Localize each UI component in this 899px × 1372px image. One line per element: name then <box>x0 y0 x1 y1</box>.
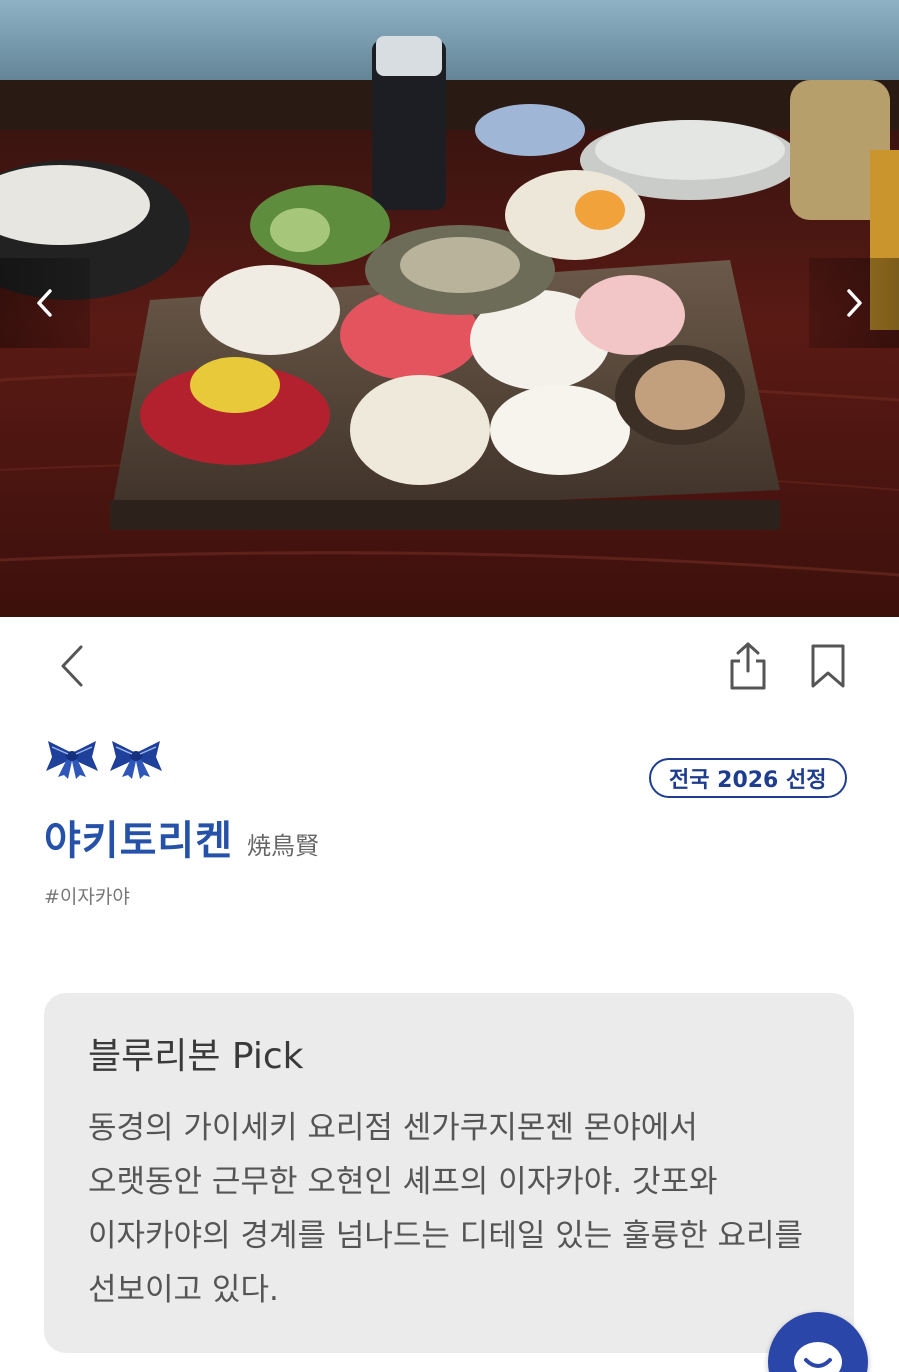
action-bar <box>0 630 899 702</box>
selection-badge: 전국 2026 선정 <box>649 758 847 798</box>
blue-ribbon-icon <box>46 741 98 779</box>
chevron-left-icon <box>37 289 52 317</box>
blue-ribbon-icon <box>110 741 162 779</box>
chat-icon <box>794 1342 842 1372</box>
back-button[interactable] <box>44 630 100 702</box>
hero-next-button[interactable] <box>809 258 899 348</box>
blue-ribbon-rating <box>44 735 164 779</box>
blueribbon-pick-card: 블루리본 Pick 동경의 가이세키 요리점 센가쿠지몬젠 몬야에서 오랫동안 … <box>44 993 854 1353</box>
restaurant-name: 야키토리켄 <box>44 818 233 864</box>
restaurant-title: 야키토리켄 焼鳥賢 <box>44 808 319 866</box>
share-icon <box>730 642 766 690</box>
chevron-right-icon <box>847 289 862 317</box>
share-button[interactable] <box>716 630 780 702</box>
restaurant-original-name: 焼鳥賢 <box>247 832 319 860</box>
category-hashtag[interactable]: #이자카야 <box>44 882 130 909</box>
sashimi-platter-image <box>0 0 899 617</box>
hero-prev-button[interactable] <box>0 258 90 348</box>
pick-title: 블루리본 Pick <box>88 1036 304 1077</box>
chevron-left-icon <box>61 645 83 687</box>
pick-description: 동경의 가이세키 요리점 센가쿠지몬젠 몬야에서 오랫동안 근무한 오현인 셰프… <box>88 1110 804 1308</box>
bookmark-button[interactable] <box>798 630 858 702</box>
bookmark-icon <box>811 644 845 688</box>
hero-photo <box>0 0 899 617</box>
